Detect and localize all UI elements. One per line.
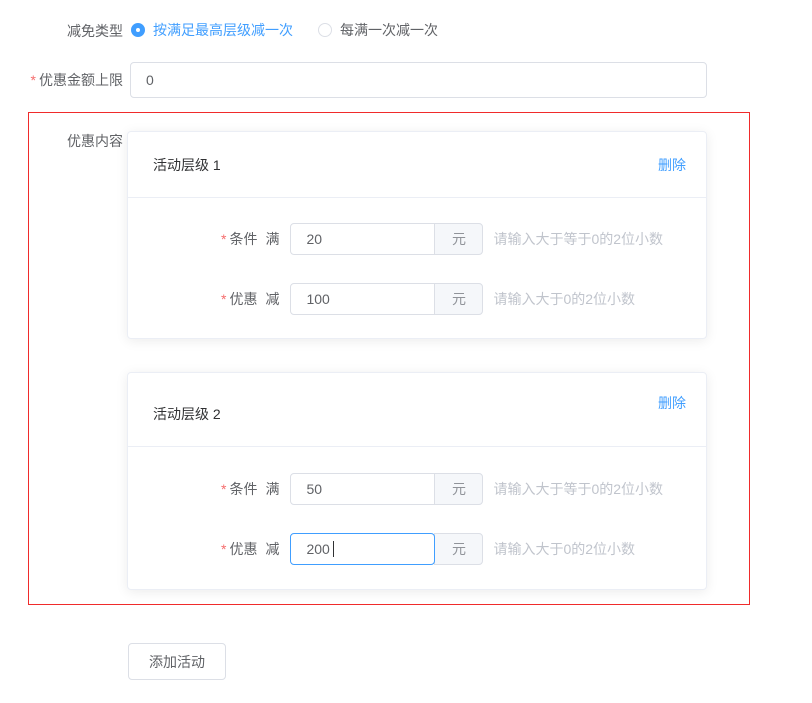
- row-label: 优惠: [229, 539, 257, 559]
- add-activity-button[interactable]: 添加活动: [128, 643, 226, 680]
- discount-cap-input[interactable]: [130, 62, 707, 98]
- condition-row: * 条件 满 元 请输入大于等于0的2位小数: [221, 223, 706, 255]
- amount-input-group: 元: [290, 223, 483, 255]
- required-asterisk: *: [221, 541, 226, 557]
- radio-option-label[interactable]: 每满一次减一次: [340, 20, 438, 40]
- required-asterisk: *: [221, 481, 226, 497]
- reduction-type-label: 减免类型: [0, 23, 123, 39]
- card-title: 活动层级 2: [153, 404, 221, 424]
- card-body: * 条件 满 元 请输入大于等于0的2位小数 * 优惠 减: [128, 447, 706, 565]
- required-asterisk: *: [221, 291, 226, 307]
- row-prefix: 减: [265, 539, 279, 559]
- hint-text: 请输入大于等于0的2位小数: [493, 229, 663, 249]
- hint-text: 请输入大于等于0的2位小数: [493, 479, 663, 499]
- promotion-form-page: 减免类型 按满足最高层级减一次 每满一次减一次 *优惠金额上限 优惠内容 活动层…: [0, 0, 812, 703]
- discount-amount-input-focused[interactable]: [290, 533, 435, 565]
- card-header: 活动层级 2 删除: [128, 373, 706, 447]
- card-header: 活动层级 1 删除: [128, 132, 706, 198]
- discount-cap-label: *优惠金额上限: [0, 72, 123, 88]
- condition-amount-input[interactable]: [290, 473, 435, 505]
- activity-level-card-1: 活动层级 1 删除 * 条件 满 元 请输入大于等于0的2位小数 * 优惠: [127, 131, 707, 339]
- discount-row: * 优惠 减 元 请输入大于0的2位小数: [221, 283, 706, 315]
- amount-input-group: 元: [290, 473, 483, 505]
- reduction-type-radio-group: 按满足最高层级减一次 每满一次减一次: [131, 22, 438, 38]
- card-body: * 条件 满 元 请输入大于等于0的2位小数 * 优惠 减 元: [128, 198, 706, 315]
- unit-append: 元: [434, 283, 483, 315]
- condition-row: * 条件 满 元 请输入大于等于0的2位小数: [221, 473, 706, 505]
- discount-amount-input[interactable]: [290, 283, 435, 315]
- radio-selected-icon[interactable]: [131, 23, 145, 37]
- unit-append: 元: [434, 473, 483, 505]
- row-prefix: 满: [265, 229, 279, 249]
- row-label: 条件: [229, 229, 257, 249]
- row-prefix: 减: [265, 289, 279, 309]
- amount-input-group: 元: [290, 533, 483, 565]
- text-caret: [333, 541, 334, 557]
- row-label: 条件: [229, 479, 257, 499]
- row-label: 优惠: [229, 289, 257, 309]
- unit-append: 元: [434, 223, 483, 255]
- hint-text: 请输入大于0的2位小数: [493, 289, 635, 309]
- required-asterisk: *: [31, 72, 36, 88]
- card-title: 活动层级 1: [153, 155, 221, 175]
- activity-level-card-2: 活动层级 2 删除 * 条件 满 元 请输入大于等于0的2位小数 * 优惠: [127, 372, 707, 590]
- discount-content-section: 活动层级 1 删除 * 条件 满 元 请输入大于等于0的2位小数 * 优惠: [28, 112, 750, 605]
- unit-append: 元: [434, 533, 483, 565]
- amount-input-group: 元: [290, 283, 483, 315]
- discount-row: * 优惠 减 元 请输入大于0的2位小数: [221, 533, 706, 565]
- radio-option-every-time[interactable]: 每满一次减一次: [318, 20, 438, 40]
- delete-button[interactable]: 删除: [658, 155, 686, 175]
- row-prefix: 满: [265, 479, 279, 499]
- delete-button[interactable]: 删除: [658, 393, 686, 413]
- hint-text: 请输入大于0的2位小数: [493, 539, 635, 559]
- required-asterisk: *: [221, 231, 226, 247]
- discount-cap-label-text: 优惠金额上限: [39, 72, 123, 88]
- radio-option-highest-level[interactable]: 按满足最高层级减一次: [131, 20, 293, 40]
- condition-amount-input[interactable]: [290, 223, 435, 255]
- radio-option-label[interactable]: 按满足最高层级减一次: [153, 20, 293, 40]
- radio-unselected-icon[interactable]: [318, 23, 332, 37]
